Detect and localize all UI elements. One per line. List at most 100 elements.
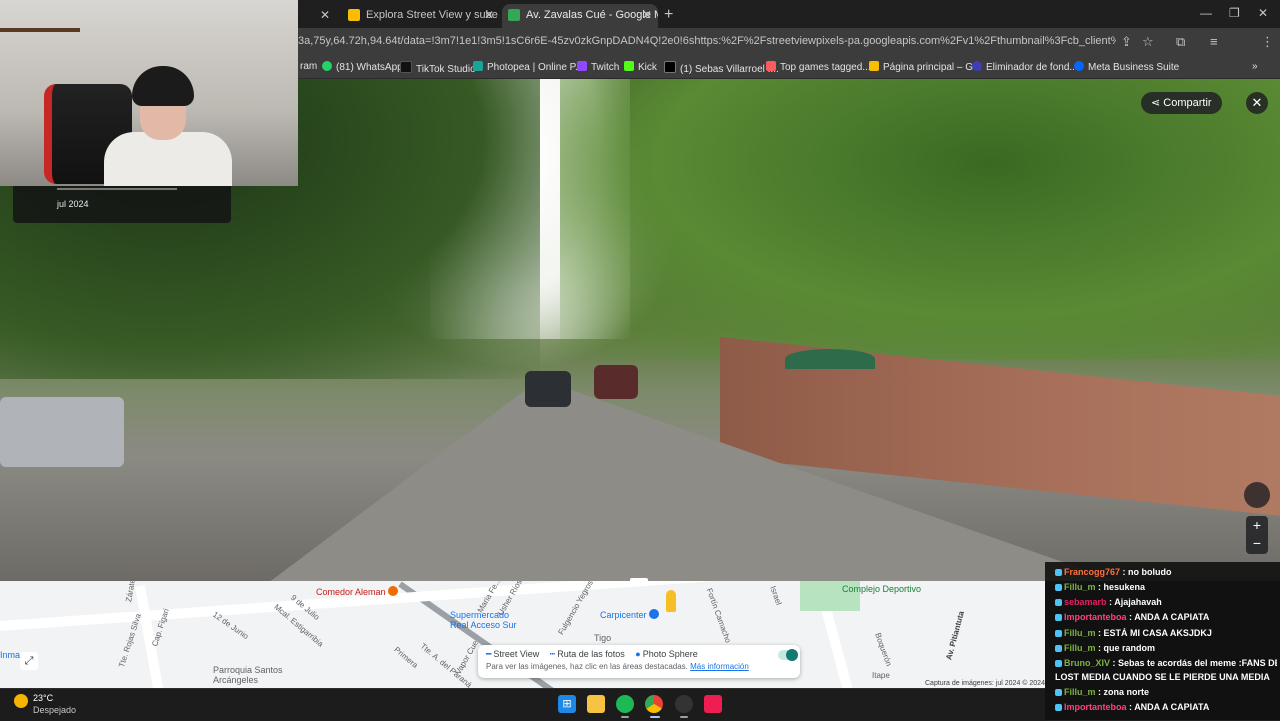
chat-message: LOST MEDIA CUANDO SE LE PIERDE UNA MEDIA <box>1055 672 1277 682</box>
start-icon[interactable]: ⊞ <box>558 695 576 713</box>
chat-username[interactable]: Fillu_m <box>1064 687 1096 697</box>
weather-description[interactable]: Despejado <box>33 705 76 715</box>
poi-complejo-deportivo[interactable]: Complejo Deportivo <box>842 584 921 594</box>
chat-badge-icon <box>1055 645 1062 652</box>
bookmark-star-icon[interactable]: ☆ <box>1142 34 1154 50</box>
files-icon[interactable] <box>587 695 605 713</box>
tab-0[interactable]: ✕ <box>310 4 336 28</box>
tab-google-maps[interactable]: Av. Zavalas Cué - Google Maps ✕ <box>502 4 658 28</box>
chat-text: ANDA A CAPIATA <box>1134 702 1210 712</box>
share-icon: ⋖ <box>1151 97 1164 109</box>
chat-message: Importanteboa : ANDA A CAPIATA <box>1055 612 1277 622</box>
trees-right <box>560 79 1280 359</box>
spotify-icon[interactable] <box>616 695 634 713</box>
chrome-icon[interactable] <box>645 695 663 713</box>
bookmark-item[interactable]: ram <box>300 61 317 72</box>
legend-street-view: Street View <box>493 649 540 659</box>
close-street-view-button[interactable]: ✕ <box>1246 92 1268 114</box>
compass-icon[interactable] <box>1244 482 1270 508</box>
url-field[interactable]: 3a,75y,64.72h,94.64t/data=!3m7!1e1!3m5!1… <box>298 35 1116 47</box>
bookmark-photopea[interactable]: Photopea | Online P... <box>473 61 583 73</box>
zoom-out-button[interactable]: − <box>1246 534 1268 552</box>
poi-supermercado[interactable]: Supermercado Real Acceso Sur <box>450 610 528 630</box>
poi-label: Supermercado Real Acceso Sur <box>450 610 517 630</box>
expand-map-icon[interactable]: ⤢ <box>20 652 38 670</box>
poi-church[interactable]: Parroquia Santos Arcángeles <box>213 665 303 685</box>
chat-message: Fillu_m : zona norte <box>1055 687 1277 697</box>
bookmark-kick[interactable]: Kick <box>624 61 657 73</box>
bookmark-label: Eliminador de fond... <box>986 62 1078 73</box>
tab-close-icon[interactable]: ✕ <box>320 4 330 26</box>
bookmark-meta[interactable]: Meta Business Suite <box>1074 61 1179 73</box>
chat-badge-icon <box>1055 689 1062 696</box>
bookmark-whatsapp[interactable]: (81) WhatsApp <box>322 61 403 73</box>
road <box>260 379 1140 581</box>
chat-username[interactable]: Bruno_XIV <box>1064 658 1110 668</box>
poi-label: Comedor Aleman <box>316 587 386 597</box>
tab-explora-street-view[interactable]: Explora Street View y sube tus i ✕ <box>342 4 500 28</box>
install-icon[interactable]: ⇪ <box>1121 34 1132 50</box>
bookmarks-overflow-icon[interactable]: » <box>1252 61 1258 72</box>
chat-username[interactable]: Fillu_m <box>1064 628 1096 638</box>
menu-kebab-icon[interactable]: ⋮ <box>1261 34 1274 50</box>
removebg-icon <box>972 61 982 71</box>
bookmark-x[interactable]: (1) Sebas Villarroel :... <box>664 61 779 75</box>
street-label: Boquerón <box>873 631 894 668</box>
poi-comedor-aleman[interactable]: Comedor Aleman <box>316 586 401 597</box>
webcam-overlay <box>0 0 298 186</box>
legend-photo-path: Ruta de las fotos <box>557 649 625 659</box>
share-button[interactable]: ⋖ Compartir <box>1141 92 1222 114</box>
restore-icon[interactable]: ❐ <box>1229 6 1240 20</box>
chat-username[interactable]: Fillu_m <box>1064 643 1096 653</box>
media-control-icon[interactable]: ≡ <box>1210 34 1218 49</box>
bookmark-twitch[interactable]: Twitch <box>577 61 619 73</box>
street-view-layer-toggle[interactable] <box>778 649 798 661</box>
poi-carpicenter[interactable]: Carpicenter <box>600 609 662 620</box>
chat-username[interactable]: Importanteboa <box>1064 612 1127 622</box>
minimize-icon[interactable]: — <box>1200 6 1212 20</box>
zoom-in-button[interactable]: + <box>1246 516 1268 534</box>
chat-username[interactable]: Importanteboa <box>1064 702 1127 712</box>
kick-icon <box>624 61 634 71</box>
chat-username[interactable]: Fillu_m <box>1064 582 1096 592</box>
tab-close-icon[interactable]: ✕ <box>642 4 652 26</box>
bookmark-label: Twitch <box>591 62 620 73</box>
obs-icon[interactable] <box>675 695 693 713</box>
weather-sun-icon[interactable] <box>14 694 28 708</box>
street-label: Primera <box>392 645 420 670</box>
chat-badge-icon <box>1055 704 1062 711</box>
shelf <box>0 28 80 32</box>
chat-text: no boludo <box>1128 567 1172 577</box>
chat-username[interactable]: Francogg767 <box>1064 567 1120 577</box>
map-resize-handle[interactable] <box>630 578 648 585</box>
tiktok-icon[interactable] <box>704 695 722 713</box>
whatsapp-icon <box>322 61 332 71</box>
active-indicator <box>650 716 660 718</box>
new-tab-button[interactable]: + <box>664 6 673 24</box>
bookmark-tiktok[interactable]: TikTok Studio <box>400 61 476 75</box>
chat-message: Bruno_XIV : Sebas te acordás del meme :F… <box>1055 658 1277 668</box>
street-view-line-icon: ━ <box>486 649 492 659</box>
window-close-icon[interactable]: ✕ <box>1258 6 1268 20</box>
chat-message: Francogg767 : no boludo <box>1055 567 1277 577</box>
extensions-icon[interactable]: ⧉ <box>1176 34 1185 50</box>
poi-tigo[interactable]: Tigo <box>594 633 611 643</box>
chat-message: Fillu_m : hesukena <box>1055 582 1277 592</box>
street-label: Vapor Cue <box>453 638 481 677</box>
chat-separator: : <box>1095 643 1104 653</box>
more-info-link[interactable]: Más información <box>690 662 749 671</box>
bookmark-removebg[interactable]: Eliminador de fond... <box>972 61 1078 73</box>
car <box>0 397 124 467</box>
bookmark-itch[interactable]: Top games tagged... <box>766 61 871 73</box>
windows-taskbar <box>0 688 1045 721</box>
chat-username[interactable]: sebamarb <box>1064 597 1107 607</box>
bookmark-google[interactable]: Página principal – G... <box>869 61 981 73</box>
pegman-icon[interactable] <box>666 590 676 612</box>
date-slider[interactable] <box>57 188 177 190</box>
weather-temperature[interactable]: 23°C <box>33 693 53 703</box>
google-maps-icon <box>348 9 360 22</box>
capture-date: jul 2024 <box>57 199 89 209</box>
shop-pin-icon <box>649 609 660 619</box>
chat-message: Fillu_m : que random <box>1055 643 1277 653</box>
tab-close-icon[interactable]: ✕ <box>484 4 494 26</box>
